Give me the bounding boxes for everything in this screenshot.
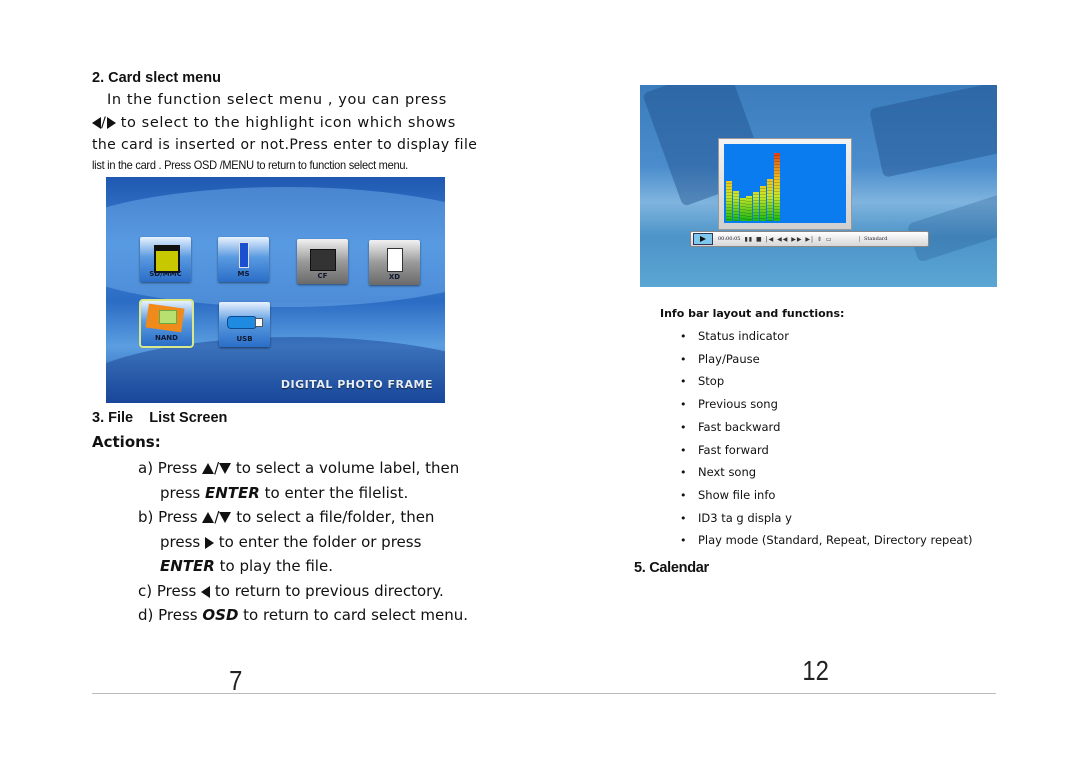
list-item-text: Show file info: [698, 487, 776, 502]
brand-text: DIGITAL PHOTO FRAME: [280, 378, 433, 391]
spectrum-bar: [739, 198, 746, 221]
down-arrow-icon: [219, 512, 232, 523]
status-indicator-icon: [693, 233, 713, 245]
list-item: • Fast backward: [680, 420, 780, 434]
spectrum-bar: [766, 179, 773, 221]
memory-stick-icon: [239, 242, 249, 268]
tile-sd-mmc: SD/MMC: [140, 237, 191, 282]
bullet-icon: •: [680, 534, 687, 548]
paragraph-line: In the function select menu , you can pr…: [107, 92, 447, 108]
spectrum-bar: [753, 192, 760, 221]
paragraph-text: to select to the highlight icon which sh…: [115, 115, 456, 131]
elapsed-time: 00:00:05: [718, 236, 741, 242]
list-item: • Fast forward: [680, 443, 769, 457]
cf-card-icon: [310, 249, 336, 271]
info-bar: 00:00:05 ▮▮ ■ |◀ ◀◀ ▶▶ ▶| ⇕ ▭ Standard: [690, 231, 929, 247]
up-arrow-icon: [202, 512, 215, 523]
tile-ms: MS: [218, 237, 269, 282]
usb-drive-icon: [227, 316, 257, 329]
bullet-icon: •: [680, 420, 687, 434]
list-item: • Play mode (Standard, Repeat, Directory …: [680, 533, 972, 547]
sd-card-icon: [154, 245, 180, 273]
bullet-icon: •: [680, 443, 687, 457]
bullet-icon: •: [680, 330, 687, 343]
list-item-text: Fast forward: [698, 442, 769, 457]
bullet-icon: •: [680, 352, 687, 366]
bullet-icon: •: [680, 511, 687, 525]
list-item: • Next song: [680, 465, 756, 479]
spectrum-bar: [773, 153, 780, 221]
list-item: • Play/Pause: [680, 352, 760, 366]
action-c: c) Press to return to previous directory…: [138, 582, 444, 600]
page-number-right: 12: [802, 655, 829, 686]
list-item-text: Play mode (Standard, Repeat, Directory r…: [698, 533, 973, 548]
playback-controls: ▮▮ ■ |◀ ◀◀ ▶▶ ▶| ⇕ ▭: [744, 235, 833, 243]
action-a-continued: press ENTER to enter the filelist.: [160, 484, 409, 502]
spectrum-visualizer: [724, 144, 846, 223]
bullet-icon: •: [680, 375, 687, 389]
bullet-icon: •: [680, 488, 687, 502]
osd-key-label: OSD: [202, 606, 239, 624]
down-arrow-icon: [219, 463, 232, 474]
play-mode-label: Standard: [859, 236, 928, 242]
left-arrow-icon: [201, 585, 211, 598]
action-a: a) Press / to select a volume label, the…: [138, 459, 460, 477]
paragraph-line: / to select to the highlight icon which …: [92, 115, 456, 131]
action-b-continued-2: ENTER to play the file.: [160, 557, 333, 575]
paragraph-line: the card is inserted or not.Press enter …: [92, 137, 478, 153]
list-item: • ID3 ta g displa y: [680, 511, 792, 525]
list-item: • Status indicator: [680, 329, 789, 343]
visualizer-frame: [718, 138, 852, 230]
actions-heading: Actions:: [92, 433, 161, 451]
music-player-screenshot: 00:00:05 ▮▮ ■ |◀ ◀◀ ▶▶ ▶| ⇕ ▭ Standard: [640, 85, 997, 287]
action-b-continued: press to enter the folder or press: [160, 533, 422, 551]
list-item-text: Previous song: [698, 397, 778, 412]
xd-card-icon: [387, 248, 403, 272]
list-item: • Show file info: [680, 488, 775, 502]
spectrum-bar: [760, 186, 766, 221]
action-b: b) Press / to select a file/folder, then: [138, 508, 435, 526]
list-item-text: Status indicator: [698, 329, 789, 343]
list-item: • Previous song: [680, 397, 778, 411]
list-item-text: Next song: [698, 465, 757, 480]
spectrum-bar: [732, 191, 739, 221]
list-item-text: ID3 ta g displa y: [698, 510, 792, 525]
list-item-text: Fast backward: [698, 419, 781, 434]
list-item-text: Play/Pause: [698, 351, 760, 366]
tile-xd: XD: [369, 240, 420, 285]
section-heading-card-select: 2. Card slect menu: [92, 70, 221, 86]
right-arrow-icon: [205, 536, 214, 549]
tile-cf: CF: [297, 239, 348, 284]
enter-key-label: ENTER: [160, 557, 215, 575]
card-select-menu-screenshot: SD/MMC MS CF XD NAND USB DIGITAL PHOTO F…: [106, 177, 445, 403]
section-heading-calendar: 5. Calendar: [634, 560, 709, 576]
info-bar-heading: Info bar layout and functions:: [660, 307, 845, 320]
left-arrow-icon: [92, 117, 101, 129]
list-item-text: Stop: [698, 374, 725, 389]
section-heading-file-list: 3. File List Screen: [92, 410, 228, 426]
tile-usb: USB: [219, 302, 270, 347]
bullet-icon: •: [680, 466, 687, 480]
up-arrow-icon: [202, 463, 215, 474]
list-item: • Stop: [680, 374, 724, 388]
paragraph-line: list in the card . Press OSD /MENU to re…: [92, 158, 408, 172]
footer-divider: [92, 693, 996, 694]
enter-key-label: ENTER: [205, 484, 260, 502]
right-arrow-icon: [106, 117, 116, 129]
bullet-icon: •: [680, 398, 687, 412]
tile-nand: NAND: [139, 299, 194, 348]
action-d: d) Press OSD to return to card select me…: [138, 606, 469, 624]
spectrum-bar: [746, 196, 753, 221]
spectrum-bar: [726, 181, 732, 221]
